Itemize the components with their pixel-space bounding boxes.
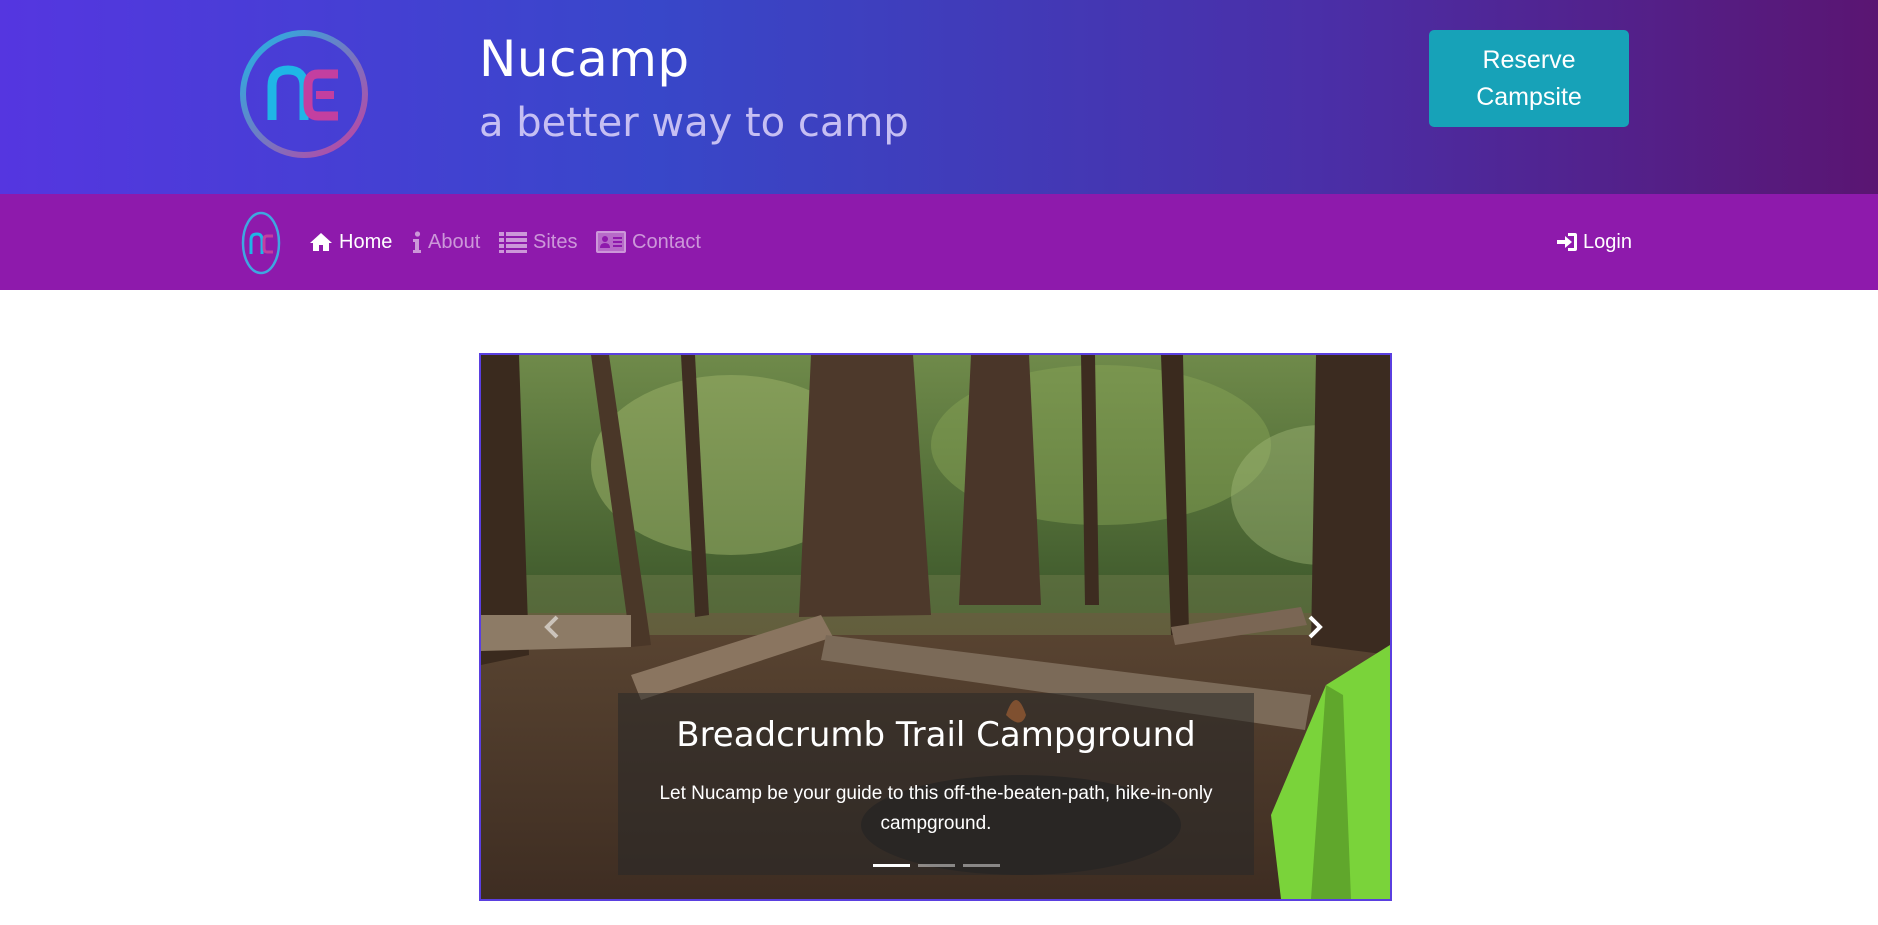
login-link[interactable]: Login <box>1557 228 1632 256</box>
address-card-icon <box>596 231 626 253</box>
carousel-indicator-2[interactable] <box>918 864 955 867</box>
nav-item-sites[interactable]: Sites <box>499 228 577 256</box>
carousel-indicator-3[interactable] <box>963 864 1000 867</box>
carousel-prev-button[interactable] <box>536 607 566 647</box>
info-icon <box>413 231 421 253</box>
nav-item-label: About <box>428 230 481 253</box>
brand-title: Nucamp <box>479 30 690 88</box>
brand-subtitle: a better way to camp <box>479 100 909 146</box>
nav-item-label: Home <box>339 230 393 253</box>
caption-title: Breadcrumb Trail Campground <box>676 715 1196 755</box>
sign-in-icon <box>1557 233 1577 251</box>
nav-item-about[interactable]: About <box>412 228 480 256</box>
nav-item-label: Sites <box>533 230 578 253</box>
login-label: Login <box>1583 230 1632 253</box>
carousel-next-button[interactable] <box>1301 607 1331 647</box>
campsite-carousel[interactable]: Breadcrumb Trail Campground Let Nucamp b… <box>479 353 1392 901</box>
nav-item-home[interactable]: Home <box>309 228 392 256</box>
main-navbar: Home About Sites Contact Login <box>0 194 1878 290</box>
nucamp-logo-icon <box>240 30 368 158</box>
chevron-right-icon <box>1308 615 1323 639</box>
caption-text: Let Nucamp be your guide to this off-the… <box>659 783 1213 834</box>
chevron-left-icon <box>544 615 559 639</box>
reserve-campsite-button[interactable]: Reserve Campsite <box>1429 30 1629 127</box>
carousel-indicators <box>873 864 1000 867</box>
home-icon <box>310 233 332 251</box>
site-header: Nucamp a better way to camp Reserve Camp… <box>0 0 1878 194</box>
nav-item-contact[interactable]: Contact <box>596 228 701 256</box>
nav-item-label: Contact <box>632 230 701 253</box>
carousel-indicator-1[interactable] <box>873 864 910 867</box>
carousel-caption: Breadcrumb Trail Campground Let Nucamp b… <box>618 693 1254 875</box>
list-icon <box>499 232 527 253</box>
navbar-logo-icon[interactable] <box>240 210 282 276</box>
